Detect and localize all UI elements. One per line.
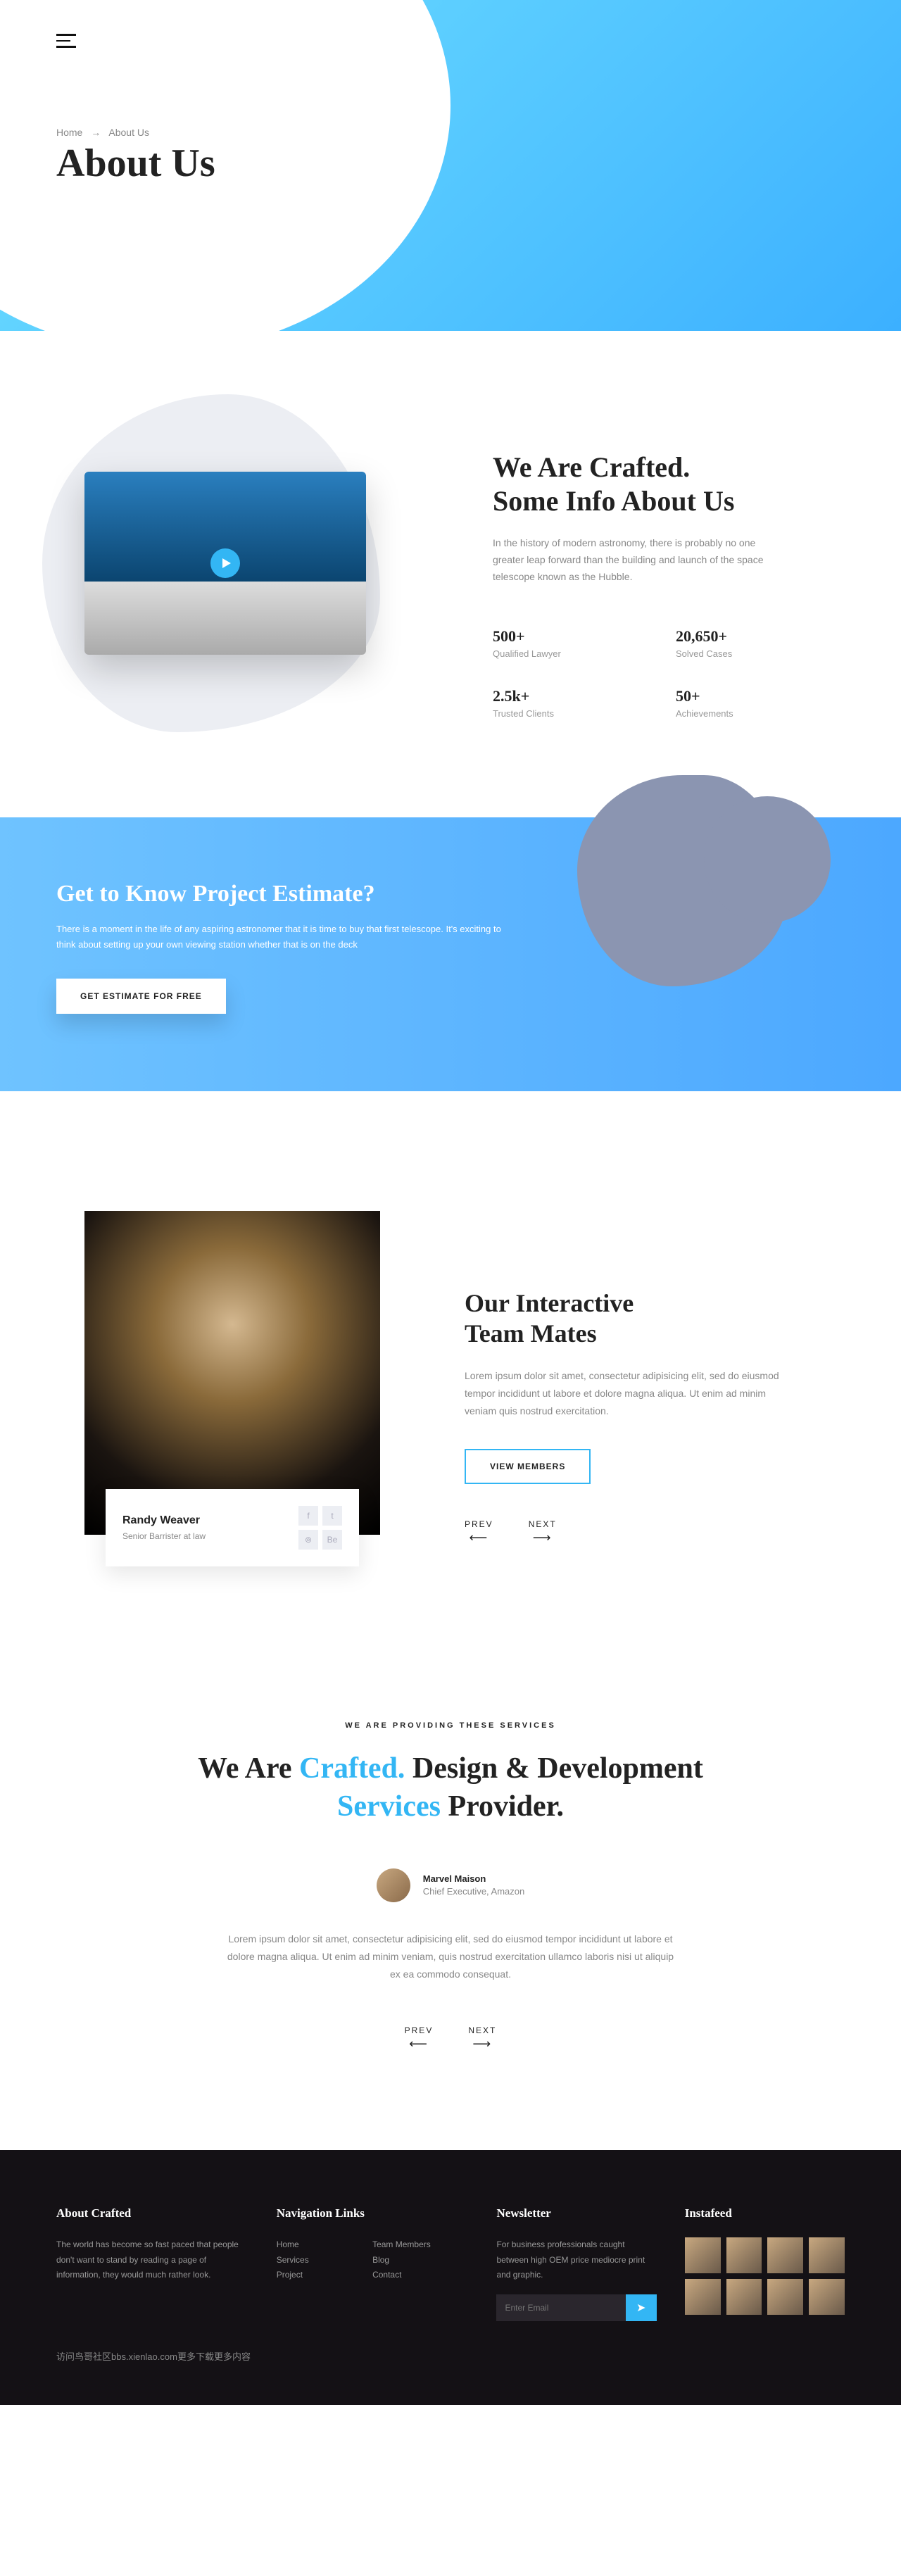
stat-item: 500+Qualified Lawyer [493, 627, 634, 659]
watermark-text: 访问鸟哥社区bbs.xienlao.com更多下载更多内容 [56, 2349, 845, 2363]
insta-thumb[interactable] [685, 2279, 721, 2315]
services-nav: PREV⟵ NEXT⟶ [0, 2025, 901, 2052]
team-card: Randy Weaver Senior Barrister at law f t… [106, 1489, 359, 1566]
insta-thumb[interactable] [726, 2237, 762, 2273]
page-title: About Us [56, 141, 215, 186]
footer-instafeed: Instafeed [685, 2206, 845, 2321]
footer-newsletter: Newsletter For business professionals ca… [496, 2206, 656, 2321]
cta-desc: There is a moment in the life of any asp… [56, 922, 507, 953]
footer-about-heading: About Crafted [56, 2206, 248, 2220]
team-prev-button[interactable]: PREV⟵ [465, 1519, 493, 1545]
team-member-name: Randy Weaver [122, 1514, 206, 1527]
author-title: Chief Executive, Amazon [423, 1886, 525, 1897]
insta-thumb[interactable] [809, 2279, 845, 2315]
services-prev-button[interactable]: PREV⟵ [405, 2025, 434, 2052]
footer-insta-heading: Instafeed [685, 2206, 845, 2220]
video-area [84, 451, 408, 719]
stat-item: 2.5k+Trusted Clients [493, 687, 634, 719]
services-next-button[interactable]: NEXT⟶ [468, 2025, 496, 2052]
insta-thumb[interactable] [726, 2279, 762, 2315]
send-icon: ➤ [636, 2302, 645, 2314]
services-eyebrow: WE ARE PROVIDING THESE SERVICES [0, 1721, 901, 1730]
hero-section: Home → About Us About Us [0, 0, 901, 331]
footer-news-heading: Newsletter [496, 2206, 656, 2220]
cta-blob-bg [577, 775, 845, 1043]
menu-icon[interactable] [56, 30, 76, 52]
dribbble-icon[interactable]: ⊚ [298, 1530, 318, 1550]
team-heading: Our InteractiveTeam Mates [465, 1288, 817, 1349]
insta-thumb[interactable] [685, 2237, 721, 2273]
play-icon[interactable] [210, 548, 240, 578]
behance-icon[interactable]: Be [322, 1530, 342, 1550]
breadcrumb: Home → About Us [56, 127, 149, 138]
avatar [377, 1868, 410, 1902]
arrow-right-icon: ⟶ [468, 2037, 496, 2052]
team-portrait-area: Randy Weaver Senior Barrister at law f t… [84, 1211, 380, 1545]
twitter-icon[interactable]: t [322, 1506, 342, 1526]
footer: About Crafted The world has become so fa… [0, 2150, 901, 2405]
stat-item: 50+Achievements [676, 687, 817, 719]
team-desc: Lorem ipsum dolor sit amet, consectetur … [465, 1367, 788, 1421]
team-next-button[interactable]: NEXT⟶ [529, 1519, 557, 1545]
footer-link-contact[interactable]: Contact [372, 2268, 468, 2283]
get-estimate-button[interactable]: GET ESTIMATE FOR FREE [56, 979, 226, 1014]
cta-section: Get to Know Project Estimate? There is a… [0, 817, 901, 1091]
team-member-role: Senior Barrister at law [122, 1531, 206, 1541]
team-text: Our InteractiveTeam Mates Lorem ipsum do… [465, 1211, 817, 1545]
services-heading: We Are Crafted. Design & Development Ser… [0, 1749, 901, 1826]
services-section: WE ARE PROVIDING THESE SERVICES We Are C… [0, 1665, 901, 2151]
footer-link-team[interactable]: Team Members [372, 2237, 468, 2253]
insta-thumb[interactable] [809, 2237, 845, 2273]
about-crafted-section: We Are Crafted.Some Info About Us In the… [0, 331, 901, 817]
team-portrait [84, 1211, 380, 1535]
footer-link-project[interactable]: Project [277, 2268, 372, 2283]
stat-item: 20,650+Solved Cases [676, 627, 817, 659]
footer-nav: Navigation Links Home Services Project T… [277, 2206, 469, 2321]
insta-thumb[interactable] [767, 2279, 803, 2315]
author-name: Marvel Maison [423, 1873, 525, 1884]
insta-thumb[interactable] [767, 2237, 803, 2273]
arrow-left-icon: ⟵ [405, 2037, 434, 2052]
arrow-left-icon: ⟵ [465, 1531, 493, 1545]
breadcrumb-sep: → [91, 127, 101, 138]
arrow-right-icon: ⟶ [529, 1531, 557, 1545]
footer-about: About Crafted The world has become so fa… [56, 2206, 248, 2321]
services-desc: Lorem ipsum dolor sit amet, consectetur … [225, 1930, 676, 1984]
team-section: Randy Weaver Senior Barrister at law f t… [0, 1091, 901, 1665]
footer-nav-heading: Navigation Links [277, 2206, 469, 2220]
email-submit-button[interactable]: ➤ [626, 2294, 657, 2321]
about-text: We Are Crafted.Some Info About Us In the… [493, 451, 817, 719]
crafted-heading: We Are Crafted.Some Info About Us [493, 451, 817, 518]
email-input[interactable] [496, 2294, 625, 2321]
footer-link-home[interactable]: Home [277, 2237, 372, 2253]
footer-link-services[interactable]: Services [277, 2253, 372, 2268]
breadcrumb-current: About Us [108, 127, 149, 138]
video-card[interactable] [84, 472, 366, 655]
footer-news-text: For business professionals caught betwee… [496, 2237, 656, 2283]
view-members-button[interactable]: VIEW MEMBERS [465, 1449, 591, 1484]
crafted-desc: In the history of modern astronomy, ther… [493, 535, 788, 585]
testimonial-author: Marvel Maison Chief Executive, Amazon [0, 1868, 901, 1902]
breadcrumb-home[interactable]: Home [56, 127, 82, 138]
team-nav: PREV⟵ NEXT⟶ [465, 1519, 817, 1545]
footer-about-text: The world has become so fast paced that … [56, 2237, 248, 2283]
team-socials: f t ⊚ Be [298, 1506, 342, 1550]
stats-grid: 500+Qualified Lawyer 20,650+Solved Cases… [493, 627, 817, 719]
facebook-icon[interactable]: f [298, 1506, 318, 1526]
footer-link-blog[interactable]: Blog [372, 2253, 468, 2268]
